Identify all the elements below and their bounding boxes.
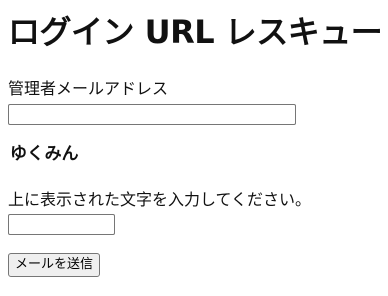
captcha-instruction: 上に表示された文字を入力してください。 bbox=[8, 190, 312, 209]
login-url-rescue-page: ログイン URL レスキュー 管理者メールアドレス ゆくみん 上に表示された文字… bbox=[0, 0, 388, 296]
email-input[interactable] bbox=[8, 104, 296, 125]
send-email-button[interactable]: メールを送信 bbox=[8, 253, 101, 277]
captcha-input[interactable] bbox=[8, 214, 115, 235]
email-label: 管理者メールアドレス bbox=[8, 79, 169, 98]
page-title: ログイン URL レスキュー bbox=[8, 13, 383, 51]
captcha-text: ゆくみん bbox=[10, 143, 79, 164]
captcha-image: ゆくみん bbox=[10, 138, 84, 164]
